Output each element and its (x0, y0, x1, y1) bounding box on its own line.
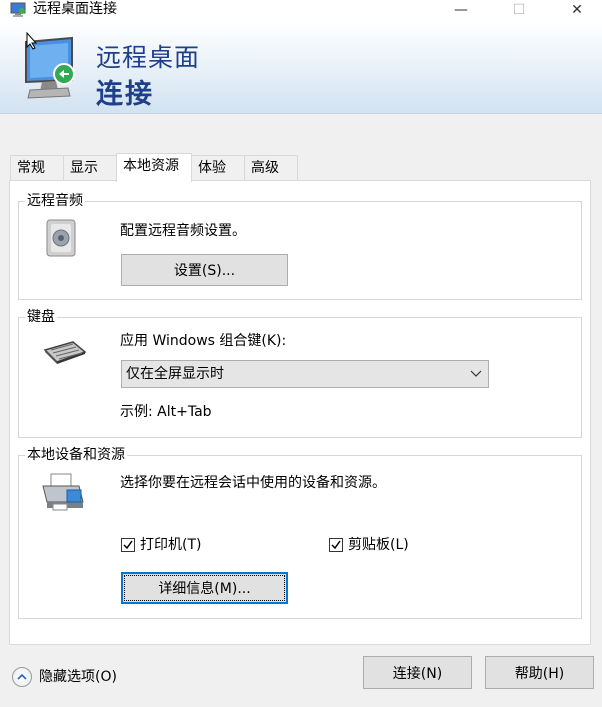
remote-audio-group: 远程音频 配置远程音频设置。 设置(S)... (18, 192, 582, 300)
tab-local-resources[interactable]: 本地资源 (116, 153, 192, 182)
hide-options-toggle[interactable]: 隐藏选项(O) (0, 645, 140, 707)
banner-title-line1: 远程桌面 (96, 43, 201, 72)
close-icon: ✕ (571, 2, 583, 18)
minimize-button[interactable]: — (438, 0, 484, 20)
header-banner: 远程桌面 连接 (0, 22, 602, 114)
tab-display[interactable]: 显示 (63, 155, 117, 181)
windows-key-combo-value: 仅在全屏显示时 (126, 366, 224, 382)
speaker-icon (43, 218, 81, 262)
title-bar: 远程桌面连接 — ☐ ✕ (0, 0, 602, 22)
remote-audio-description: 配置远程音频设置。 (120, 223, 246, 239)
dialog-footer: 隐藏选项(O) 连接(N) 帮助(H) (0, 645, 602, 707)
chevron-up-icon[interactable] (12, 667, 32, 687)
local-devices-group: 本地设备和资源 选择你要在远程会话中使用的设备和资源。 打印机(T) 剪贴板(L… (18, 446, 582, 619)
clipboard-checkbox-label: 剪贴板(L) (348, 537, 409, 553)
maximize-icon: ☐ (512, 2, 526, 18)
local-devices-description: 选择你要在远程会话中使用的设备和资源。 (120, 475, 386, 491)
keyboard-group: 键盘 应用 Windows 组合键(K): 仅在全屏显示时 示例: Alt+Ta… (18, 308, 582, 438)
banner-title-line2: 连接 (96, 79, 154, 110)
keyboard-example-text: 示例: Alt+Tab (120, 404, 212, 420)
tab-advanced[interactable]: 高级 (244, 155, 298, 181)
local-devices-legend: 本地设备和资源 (25, 446, 127, 464)
tab-experience[interactable]: 体验 (191, 155, 245, 181)
window-title: 远程桌面连接 (33, 1, 117, 17)
tab-panel-local-resources: 远程音频 配置远程音频设置。 设置(S)... 键盘 应用 Windows 组合… (9, 180, 591, 645)
clipboard-checkbox[interactable]: 剪贴板(L) (329, 536, 439, 554)
keyboard-icon (43, 340, 87, 368)
printer-icon (41, 472, 85, 516)
remote-desktop-app-icon (10, 2, 28, 18)
tab-strip: 常规 显示 本地资源 体验 高级 (10, 153, 590, 182)
hide-options-label: 隐藏选项(O) (39, 669, 117, 685)
tab-general[interactable]: 常规 (10, 155, 64, 181)
clipboard-checkbox-box[interactable] (329, 538, 343, 552)
remote-audio-legend: 远程音频 (25, 192, 85, 210)
chevron-down-icon (470, 361, 482, 396)
printer-checkbox-box[interactable] (121, 538, 135, 552)
keyboard-legend: 键盘 (25, 308, 57, 326)
help-button[interactable]: 帮助(H) (485, 656, 594, 689)
close-button[interactable]: ✕ (554, 0, 600, 20)
windows-key-combo-select[interactable]: 仅在全屏显示时 (121, 360, 489, 388)
connect-button[interactable]: 连接(N) (363, 656, 472, 689)
printer-checkbox-label: 打印机(T) (140, 537, 202, 553)
windows-key-combo-label: 应用 Windows 组合键(K): (120, 333, 287, 349)
maximize-button[interactable]: ☐ (496, 0, 542, 20)
mouse-cursor-icon (26, 31, 38, 54)
audio-settings-button[interactable]: 设置(S)... (121, 254, 288, 286)
printer-checkbox[interactable]: 打印机(T) (121, 536, 231, 554)
details-button[interactable]: 详细信息(M)... (121, 572, 288, 604)
minimize-icon: — (454, 2, 468, 18)
